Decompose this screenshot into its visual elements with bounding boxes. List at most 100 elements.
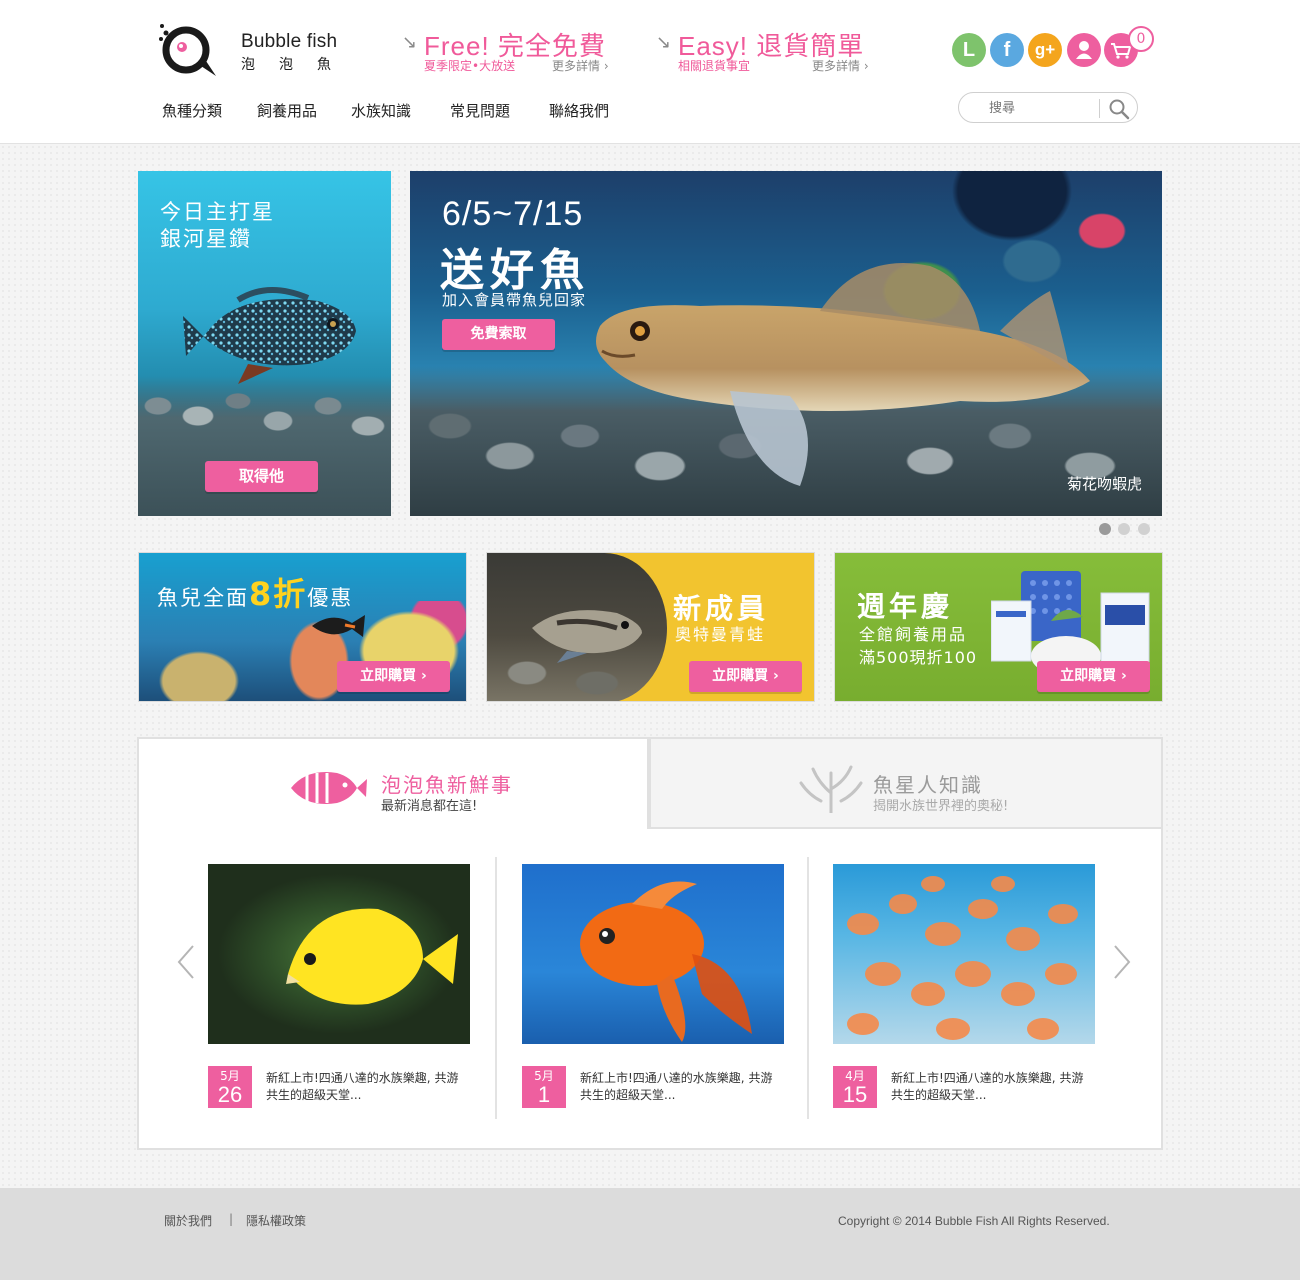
discount-post: 優惠 (307, 586, 354, 610)
arrow-down-right-icon: ↘ (402, 32, 418, 53)
jack-dempsey-fish-image (183, 287, 356, 384)
pebbles-background (138, 376, 391, 516)
buy-now-label: 立即購買 (712, 668, 769, 684)
brand-name: Bubble fish (241, 31, 338, 52)
logo[interactable]: Bubble fish 泡泡魚 (158, 20, 358, 80)
frog-fish-image (532, 610, 642, 663)
search-icon[interactable] (1107, 97, 1131, 121)
footer-privacy-link[interactable]: 隱私權政策 (246, 1212, 306, 1229)
banner-discount[interactable]: 魚兒全面8折優惠 立即購買 › (138, 552, 467, 702)
line-icon[interactable]: L (952, 33, 986, 67)
chevron-left-icon[interactable] (171, 942, 201, 982)
site-footer: 關於我們 | 隱私權政策 Copyright © 2014 Bubble Fis… (0, 1188, 1300, 1280)
search-box (958, 92, 1138, 123)
yellow-tang-fish (286, 908, 458, 1005)
tab-knowledge-desc: 揭開水族世界裡的奧秘! (873, 799, 1009, 814)
news-date-badge: 5月 26 (208, 1066, 252, 1108)
banner-subtitle: 奧特曼青蛙 (675, 625, 766, 644)
orange-fish-school (847, 876, 1078, 1040)
news-panel: 泡泡魚新鮮事 最新消息都在這! 魚星人知識 揭開水族世界裡的奧秘! 5月 26 … (137, 737, 1163, 1150)
hero-caption: 菊花吻蝦虎 (1066, 475, 1142, 493)
social-and-cart: L f g+ 0 (950, 26, 1160, 70)
get-it-button[interactable]: 取得他 (205, 461, 318, 492)
hero-slide[interactable]: 6/5~7/15 送好魚 加入會員帶魚兒回家 免費索取 菊花吻蝦虎 (410, 171, 1162, 516)
coral-icon (799, 765, 863, 813)
banner-new-member[interactable]: 新成員 奧特曼青蛙 立即購買 › (486, 552, 815, 702)
banner-title: 週年慶 (857, 590, 954, 623)
tab-knowledge[interactable]: 魚星人知識 揭開水族世界裡的奧秘! (649, 737, 1163, 829)
buy-now-label: 立即購買 (360, 668, 417, 684)
tab-news-desc: 最新消息都在這! (381, 799, 478, 814)
tropical-fish-image (312, 615, 365, 637)
goldfish-image (522, 864, 784, 1044)
news-date-badge: 5月 1 (522, 1066, 566, 1108)
promo-date: 6/5~7/15 (442, 195, 584, 233)
user-icon[interactable] (1067, 33, 1101, 67)
nav-item-contact[interactable]: 聯絡我們 (549, 100, 609, 121)
slider-dot-1[interactable] (1099, 523, 1111, 535)
search-divider (1099, 99, 1100, 118)
tab-knowledge-title: 魚星人知識 (873, 773, 983, 797)
news-item[interactable]: 4月 15 新紅上市!四通八達的水族樂趣, 共游共生的超級天堂... (833, 864, 1095, 1114)
free-claim-button[interactable]: 免費索取 (442, 319, 555, 350)
chevron-right-icon[interactable] (1107, 942, 1137, 982)
yellow-tang-image (208, 864, 470, 1044)
discount-pre: 魚兒全面 (157, 586, 249, 610)
goby-fish-image (596, 263, 1090, 486)
nav-item-supplies[interactable]: 飼養用品 (257, 100, 317, 121)
featured-fish-name: 銀河星鑽 (160, 227, 252, 251)
brand-subtitle: 泡泡魚 (241, 57, 355, 73)
news-summary[interactable]: 新紅上市!四通八達的水族樂趣, 共游共生的超級天堂... (891, 1070, 1091, 1104)
news-divider (495, 857, 497, 1119)
promo-more-link[interactable]: 更多詳情 › (552, 57, 609, 74)
user-silhouette-icon (1076, 41, 1092, 59)
goldfish (580, 881, 752, 1042)
fish-school-image (833, 864, 1095, 1044)
tab-news-title: 泡泡魚新鮮事 (381, 773, 513, 797)
promo-easy-return[interactable]: ↘ Easy! 退貨簡單 相關退貨事宜 更多詳情 › (656, 26, 886, 78)
news-item[interactable]: 5月 26 新紅上市!四通八達的水族樂趣, 共游共生的超級天堂... (208, 864, 470, 1114)
featured-heading: 今日主打星 (160, 200, 275, 224)
news-day: 26 (217, 1082, 243, 1107)
copyright-text: Copyright © 2014 Bubble Fish All Rights … (838, 1214, 1110, 1228)
banner-subtitle: 全館飼養用品 (859, 625, 968, 644)
news-day: 15 (842, 1082, 868, 1107)
chevron-right-icon: › (773, 668, 779, 684)
featured-fish-panel[interactable]: 今日主打星 銀河星鑽 取得他 (138, 171, 391, 516)
slider-dot-3[interactable] (1138, 523, 1150, 535)
banner-anniversary[interactable]: 週年慶 全館飼養用品 滿500現折100 立即購買 › (834, 552, 1163, 702)
nav-item-aquarium-knowledge[interactable]: 水族知識 (351, 100, 411, 121)
news-summary[interactable]: 新紅上市!四通八達的水族樂趣, 共游共生的超級天堂... (580, 1070, 780, 1104)
bubble-fish-logo-icon (159, 24, 216, 76)
news-item[interactable]: 5月 1 新紅上市!四通八達的水族樂趣, 共游共生的超級天堂... (522, 864, 784, 1114)
chevron-right-icon: › (1121, 668, 1127, 684)
cart-count-badge: 0 (1128, 26, 1154, 52)
slider-dots (1097, 523, 1157, 537)
google-plus-icon[interactable]: g+ (1028, 33, 1062, 67)
site-header: Bubble fish 泡泡魚 ↘ Free! 完全免費 夏季限定•大放送 更多… (0, 0, 1300, 144)
promo-subtitle: 夏季限定•大放送 (424, 59, 516, 73)
nav-item-fish-categories[interactable]: 魚種分類 (162, 100, 222, 121)
hero-subtitle: 加入會員帶魚兒回家 (442, 291, 587, 309)
arrow-down-right-icon: ↘ (656, 32, 672, 53)
search-input[interactable] (973, 98, 1093, 118)
slider-dot-2[interactable] (1118, 523, 1130, 535)
footer-separator: | (229, 1212, 234, 1226)
footer-about-link[interactable]: 關於我們 (164, 1212, 212, 1229)
news-summary[interactable]: 新紅上市!四通八達的水族樂趣, 共游共生的超級天堂... (266, 1070, 466, 1104)
buy-now-button[interactable]: 立即購買 › (1037, 661, 1150, 692)
chevron-right-icon: › (421, 668, 427, 684)
banner-detail: 滿500現折100 (859, 648, 978, 667)
promo-more-link[interactable]: 更多詳情 › (812, 57, 869, 74)
nav-item-faq[interactable]: 常見問題 (450, 100, 510, 121)
buy-now-button[interactable]: 立即購買 › (689, 661, 802, 692)
news-day: 1 (537, 1082, 551, 1107)
striped-fish-icon (291, 772, 367, 804)
promo-subtitle: 相關退貨事宜 (678, 59, 751, 73)
promo-free[interactable]: ↘ Free! 完全免費 夏季限定•大放送 更多詳情 › (402, 26, 632, 78)
discount-highlight: 8折 (249, 575, 308, 613)
buy-now-button[interactable]: 立即購買 › (337, 661, 450, 692)
tab-news[interactable]: 泡泡魚新鮮事 最新消息都在這! (137, 737, 649, 829)
buy-now-label: 立即購買 (1060, 668, 1117, 684)
facebook-icon[interactable]: f (990, 33, 1024, 67)
